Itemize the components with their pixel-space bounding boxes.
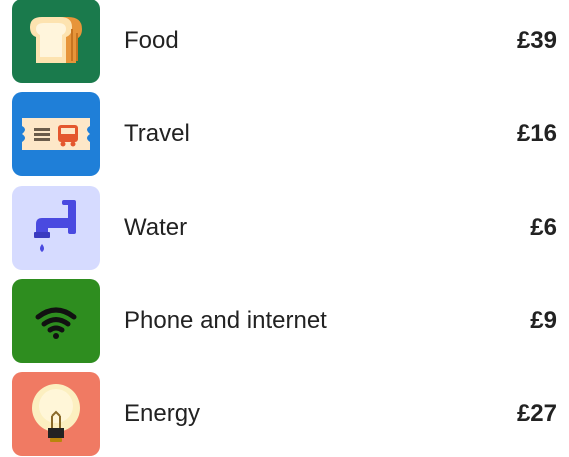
list-item-label: Energy: [124, 400, 201, 427]
list-item-travel[interactable]: Travel £16: [0, 92, 569, 176]
list-item-food[interactable]: Food £39: [0, 0, 569, 83]
lightbulb-icon: [12, 372, 100, 456]
list-item-amount: £9: [530, 307, 557, 334]
list-item-label: Phone and internet: [124, 307, 327, 334]
list-item-phone-and-internet[interactable]: Phone and internet £9: [0, 279, 569, 363]
list-item-amount: £39: [516, 27, 557, 54]
list-item-label: Food: [124, 27, 179, 54]
expense-list: Food £39 Travel £16 Water £6 Phone and i…: [0, 0, 569, 457]
list-item-amount: £27: [516, 400, 557, 427]
list-item-label: Water: [124, 214, 188, 241]
bread-icon: [12, 0, 100, 83]
list-item-amount: £6: [530, 214, 557, 241]
water-tap-icon: [12, 186, 100, 270]
list-item-energy[interactable]: Energy £27: [0, 372, 569, 456]
ticket-icon: [12, 92, 100, 176]
list-item-water[interactable]: Water £6: [0, 186, 569, 270]
list-item-amount: £16: [516, 120, 557, 147]
list-item-label: Travel: [124, 120, 190, 147]
wifi-icon: [12, 279, 100, 363]
